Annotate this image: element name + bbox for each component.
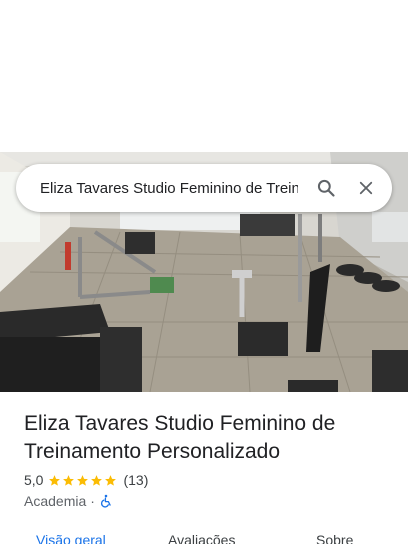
rating-row[interactable]: 5,0 (13) bbox=[24, 472, 148, 488]
category-row: Academia · bbox=[24, 493, 113, 509]
tab-about[interactable]: Sobre bbox=[316, 532, 353, 544]
clear-search-button[interactable] bbox=[346, 168, 386, 208]
tab-overview[interactable]: Visão geral bbox=[36, 532, 106, 544]
search-icon bbox=[317, 179, 335, 197]
wheelchair-icon[interactable] bbox=[99, 494, 113, 508]
place-tabs: Visão geral Avaliações Sobre bbox=[0, 532, 408, 544]
place-info-panel: Eliza Tavares Studio Feminino de Treinam… bbox=[0, 392, 408, 544]
search-input[interactable]: Eliza Tavares Studio Feminino de Treinam… bbox=[40, 180, 298, 197]
star-icon bbox=[63, 474, 75, 486]
close-icon bbox=[359, 181, 373, 195]
star-icon bbox=[105, 474, 117, 486]
star-rating bbox=[48, 474, 118, 487]
tab-reviews[interactable]: Avaliações bbox=[168, 532, 235, 544]
rating-value: 5,0 bbox=[24, 472, 44, 488]
search-button[interactable] bbox=[306, 168, 346, 208]
search-bar[interactable]: Eliza Tavares Studio Feminino de Treinam… bbox=[16, 164, 392, 212]
place-sheet-screen: Eliza Tavares Studio Feminino de Treinam… bbox=[0, 0, 408, 544]
place-title: Eliza Tavares Studio Feminino de Treinam… bbox=[24, 412, 336, 463]
review-count: (13) bbox=[123, 472, 149, 488]
star-icon bbox=[91, 474, 103, 486]
star-icon bbox=[49, 474, 61, 486]
separator-dot: · bbox=[90, 493, 95, 509]
star-icon bbox=[77, 474, 89, 486]
place-category: Academia bbox=[24, 493, 87, 509]
